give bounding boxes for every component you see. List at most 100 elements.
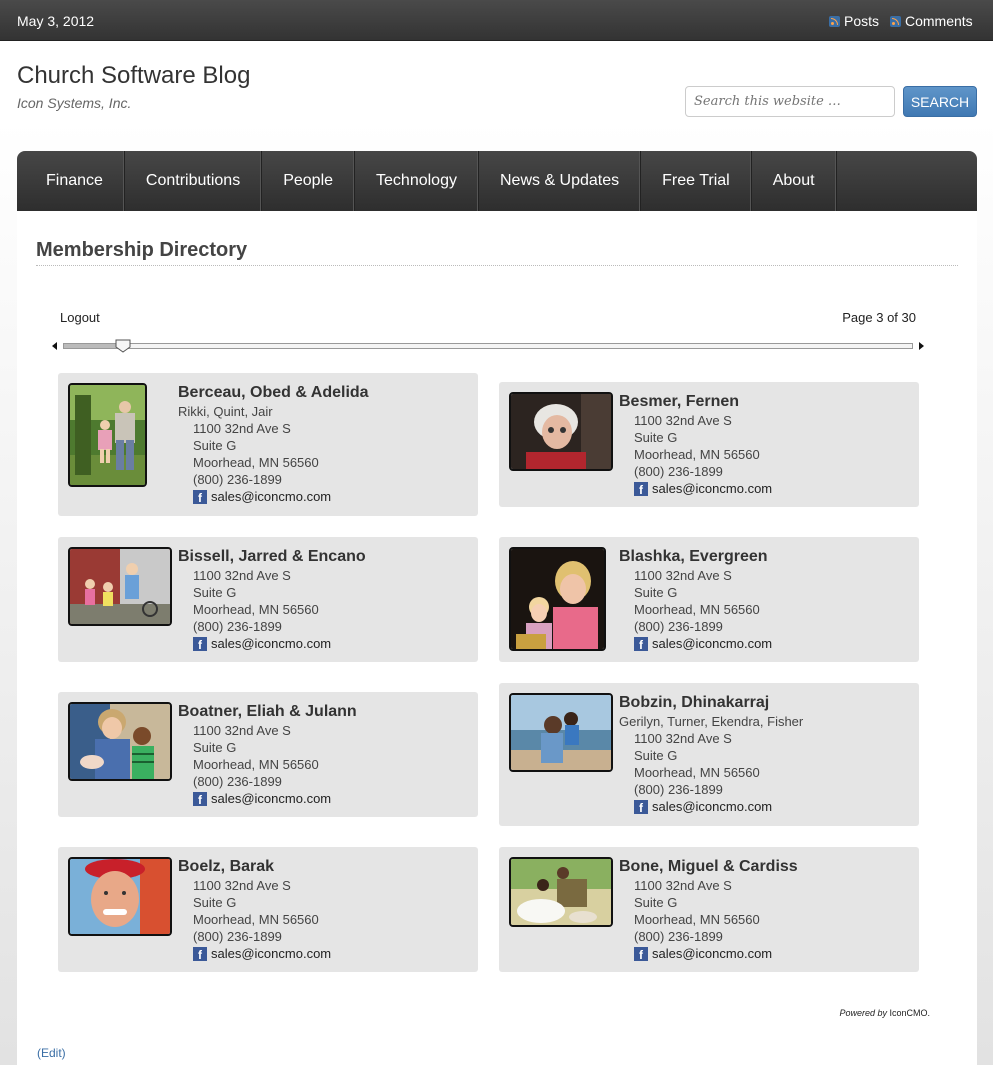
member-children: Gerilyn, Turner, Ekendra, Fisher: [619, 714, 804, 729]
page-indicator: Page 3 of 30: [842, 310, 916, 325]
member-photo[interactable]: [509, 547, 606, 651]
member-photo[interactable]: [68, 702, 172, 781]
member-address1: 1100 32nd Ave S: [634, 878, 732, 893]
member-name[interactable]: Bobzin, Dhinakarraj: [619, 694, 769, 712]
member-address2: Suite G: [634, 895, 678, 910]
top-bar: May 3, 2012 Posts Comments: [0, 0, 993, 41]
search-button[interactable]: SEARCH: [903, 86, 977, 117]
facebook-icon[interactable]: f: [634, 482, 648, 497]
member-photo[interactable]: [68, 383, 147, 487]
member-name[interactable]: Berceau, Obed & Adelida: [178, 384, 369, 402]
facebook-icon[interactable]: f: [634, 947, 648, 962]
page-slider-thumb[interactable]: [115, 339, 131, 353]
member-address1: 1100 32nd Ave S: [193, 568, 291, 583]
nav-item-people[interactable]: People: [262, 151, 356, 211]
logout-link[interactable]: Logout: [60, 310, 100, 325]
site-description: Icon Systems, Inc.: [17, 95, 132, 111]
nav-item-about[interactable]: About: [752, 151, 837, 211]
member-name[interactable]: Boatner, Eliah & Julann: [178, 703, 357, 721]
member-city: Moorhead, MN 56560: [634, 602, 760, 617]
edit-link[interactable]: (Edit): [37, 1046, 66, 1060]
member-card: Bobzin, Dhinakarraj Gerilyn, Turner, Eke…: [499, 683, 919, 826]
member-phone: (800) 236-1899: [634, 619, 723, 634]
member-email-row: f sales@iconcmo.com: [634, 636, 772, 652]
member-card: Blashka, Evergreen 1100 32nd Ave S Suite…: [499, 537, 919, 662]
member-phone: (800) 236-1899: [634, 929, 723, 944]
member-name[interactable]: Boelz, Barak: [178, 858, 274, 876]
content-area: Membership Directory Logout Page 3 of 30: [17, 211, 977, 1065]
member-card: Bissell, Jarred & Encano 1100 32nd Ave S…: [58, 537, 478, 662]
member-email-row: f sales@iconcmo.com: [634, 481, 772, 497]
facebook-icon[interactable]: f: [193, 637, 207, 652]
member-name[interactable]: Blashka, Evergreen: [619, 548, 768, 566]
page-slider-track[interactable]: [63, 343, 913, 349]
member-card: Boelz, Barak 1100 32nd Ave S Suite G Moo…: [58, 847, 478, 972]
member-email[interactable]: sales@iconcmo.com: [211, 489, 331, 504]
member-photo[interactable]: [509, 693, 613, 772]
powered-by: Powered by IconCMO.: [839, 1008, 930, 1018]
member-city: Moorhead, MN 56560: [193, 602, 319, 617]
member-card: Berceau, Obed & Adelida Rikki, Quint, Ja…: [58, 373, 478, 516]
member-address1: 1100 32nd Ave S: [193, 878, 291, 893]
member-name[interactable]: Bone, Miguel & Cardiss: [619, 858, 798, 876]
posts-rss-link[interactable]: Posts: [829, 13, 879, 29]
member-email[interactable]: sales@iconcmo.com: [211, 946, 331, 961]
member-phone: (800) 236-1899: [634, 782, 723, 797]
member-email[interactable]: sales@iconcmo.com: [652, 799, 772, 814]
member-address2: Suite G: [193, 438, 237, 453]
nav-item-contributions[interactable]: Contributions: [125, 151, 263, 211]
member-city: Moorhead, MN 56560: [193, 455, 319, 470]
member-email[interactable]: sales@iconcmo.com: [652, 636, 772, 651]
member-email-row: f sales@iconcmo.com: [634, 946, 772, 962]
member-card: Boatner, Eliah & Julann 1100 32nd Ave S …: [58, 692, 478, 817]
search-input[interactable]: [685, 86, 895, 117]
main-nav: Finance Contributions People Technology …: [17, 151, 977, 211]
member-children: Rikki, Quint, Jair: [178, 404, 273, 419]
comments-label: Comments: [905, 13, 973, 29]
member-name[interactable]: Besmer, Fernen: [619, 393, 739, 411]
member-address1: 1100 32nd Ave S: [634, 568, 732, 583]
member-address1: 1100 32nd Ave S: [193, 723, 291, 738]
member-email[interactable]: sales@iconcmo.com: [211, 791, 331, 806]
member-address1: 1100 32nd Ave S: [634, 731, 732, 746]
slider-prev-arrow[interactable]: [52, 342, 57, 350]
member-name[interactable]: Bissell, Jarred & Encano: [178, 548, 366, 566]
member-phone: (800) 236-1899: [193, 774, 282, 789]
member-address1: 1100 32nd Ave S: [193, 421, 291, 436]
member-city: Moorhead, MN 56560: [193, 757, 319, 772]
member-city: Moorhead, MN 56560: [634, 447, 760, 462]
comments-rss-link[interactable]: Comments: [890, 13, 973, 29]
member-address2: Suite G: [193, 585, 237, 600]
nav-item-finance[interactable]: Finance: [17, 151, 125, 211]
powered-brand-link[interactable]: IconCMO.: [889, 1008, 930, 1018]
facebook-icon[interactable]: f: [193, 792, 207, 807]
facebook-icon[interactable]: f: [634, 800, 648, 815]
member-address2: Suite G: [193, 740, 237, 755]
member-email[interactable]: sales@iconcmo.com: [652, 481, 772, 496]
facebook-icon[interactable]: f: [193, 947, 207, 962]
member-email[interactable]: sales@iconcmo.com: [652, 946, 772, 961]
member-phone: (800) 236-1899: [634, 464, 723, 479]
site-title[interactable]: Church Software Blog: [17, 62, 250, 90]
member-photo[interactable]: [68, 547, 172, 626]
member-photo[interactable]: [509, 857, 613, 927]
facebook-icon[interactable]: f: [193, 490, 207, 505]
member-address2: Suite G: [634, 748, 678, 763]
rss-icon: [890, 15, 901, 27]
nav-item-free-trial[interactable]: Free Trial: [641, 151, 752, 211]
member-photo[interactable]: [68, 857, 172, 936]
nav-item-news-updates[interactable]: News & Updates: [479, 151, 642, 211]
slider-next-arrow[interactable]: [919, 342, 924, 350]
member-address2: Suite G: [634, 430, 678, 445]
posts-label: Posts: [844, 13, 880, 29]
member-email[interactable]: sales@iconcmo.com: [211, 636, 331, 651]
member-address2: Suite G: [634, 585, 678, 600]
member-photo[interactable]: [509, 392, 613, 471]
facebook-icon[interactable]: f: [634, 637, 648, 652]
member-city: Moorhead, MN 56560: [634, 765, 760, 780]
current-date: May 3, 2012: [17, 13, 95, 29]
nav-item-technology[interactable]: Technology: [355, 151, 479, 211]
rss-icon: [829, 15, 840, 27]
member-email-row: f sales@iconcmo.com: [193, 946, 331, 962]
member-email-row: f sales@iconcmo.com: [193, 489, 331, 505]
